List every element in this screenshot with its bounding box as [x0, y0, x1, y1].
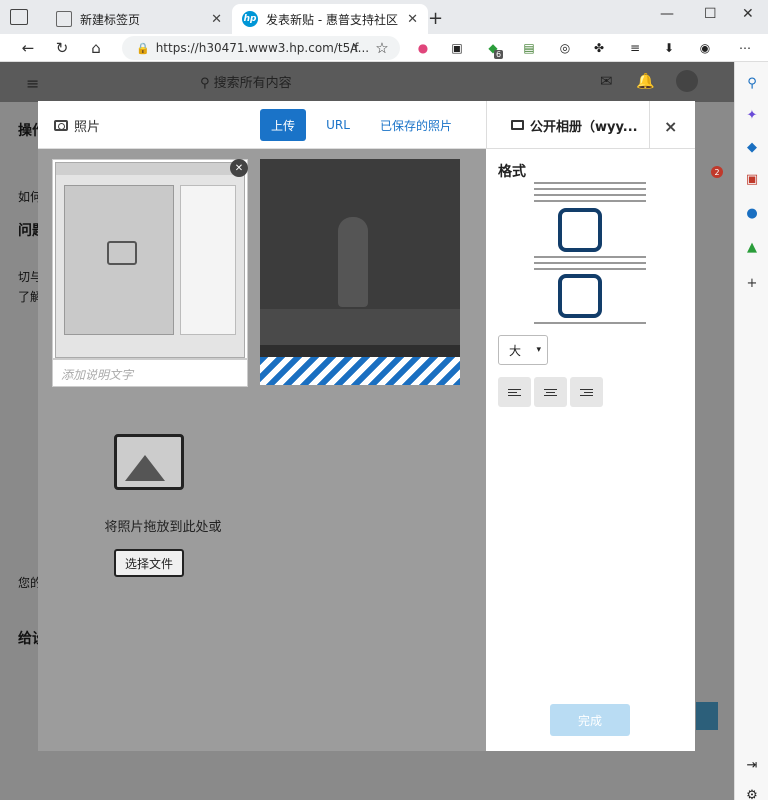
size-select[interactable]: 大 ▾ — [498, 335, 548, 365]
settings-gear-icon[interactable]: ⚙ — [743, 786, 761, 800]
uploaded-photo-thumbnail[interactable]: ✕ — [52, 159, 248, 359]
extension-cat-icon[interactable]: ● — [414, 39, 432, 57]
remove-photo-icon[interactable]: ✕ — [230, 159, 248, 177]
shopping-tag-icon[interactable]: ◆ — [743, 138, 761, 156]
address-text: https://h30471.www3.hp.com/t5/f... — [155, 41, 370, 55]
collections-icon[interactable]: ▣ — [448, 39, 466, 57]
center-align-icon[interactable] — [534, 377, 567, 407]
hp-logo-icon: hp — [242, 11, 258, 27]
tab-title: 新建标签页 — [80, 12, 141, 27]
dark-scene-image — [260, 159, 460, 357]
image-placeholder-icon — [107, 241, 137, 265]
extension-image-icon[interactable]: ▤ — [520, 39, 538, 57]
page-side-button[interactable] — [696, 702, 718, 730]
menu-icon[interactable]: ≡ — [26, 74, 39, 93]
notification-badge: 2 — [711, 166, 723, 178]
search-icon: ⚲ — [200, 76, 210, 91]
choose-file-button[interactable]: 选择文件 — [114, 549, 184, 577]
format-preview — [534, 182, 646, 327]
chevron-down-icon: ▾ — [536, 345, 541, 355]
browser-tabstrip: 新建标签页 ✕ hp 发表新贴 - 惠普支持社区 ✕ + — ☐ ✕ — [0, 0, 768, 34]
uploaded-photo-thumbnail[interactable] — [260, 159, 460, 389]
site-search-placeholder: 搜索所有内容 — [213, 76, 292, 91]
tab-new-tab[interactable]: 新建标签页 ✕ — [46, 4, 232, 34]
public-album-button[interactable]: 公开相册（wyy... — [486, 101, 650, 149]
left-align-icon[interactable] — [498, 377, 531, 407]
upload-panel: ✕ 添加说明文字 将照片拖放到此处或 选择文件 — [38, 149, 486, 751]
extensions-puzzle-icon[interactable]: ✤ — [590, 39, 608, 57]
more-menu-icon[interactable]: ⋯ — [736, 39, 754, 57]
preview-image-box — [558, 208, 602, 252]
minimize-icon[interactable]: — — [660, 6, 674, 22]
maximize-icon[interactable]: ☐ — [704, 6, 717, 22]
blank-page-icon — [56, 11, 72, 27]
tab-upload[interactable]: 上传 — [260, 109, 306, 141]
extension-badge: 6 — [494, 50, 504, 59]
modal-title-text: 照片 — [74, 120, 101, 135]
caption-input[interactable]: 添加说明文字 — [52, 359, 248, 387]
modal-title: 照片 — [54, 116, 100, 135]
preview-image-box — [558, 274, 602, 318]
done-button[interactable]: 完成 — [550, 704, 630, 736]
modal-header: 照片 上传 URL 已保存的照片 公开相册（wyy... × — [38, 101, 695, 149]
add-icon[interactable]: + — [743, 274, 761, 292]
refresh-icon[interactable]: ↻ — [52, 38, 72, 58]
downloads-icon[interactable]: ⬇ — [660, 39, 678, 57]
tab-hp-community[interactable]: hp 发表新贴 - 惠普支持社区 ✕ — [232, 4, 428, 34]
tab-close-icon[interactable]: ✕ — [211, 12, 222, 27]
tools-icon[interactable]: ▣ — [743, 170, 761, 188]
new-tab-button[interactable]: + — [428, 8, 443, 29]
upload-progress-stripes — [260, 357, 460, 385]
browser-toolbar: ← ↻ ⌂ 🔒 https://h30471.www3.hp.com/t5/f.… — [0, 34, 768, 62]
format-label: 格式 — [498, 164, 526, 180]
page-header: ≡ ⚲ 搜索所有内容 ✉ 🔔 — [0, 62, 734, 102]
album-label: 公开相册（wyy... — [530, 119, 638, 135]
favorites-list-icon[interactable]: ≡ — [626, 39, 644, 57]
image-icon — [114, 434, 184, 490]
tree-icon[interactable]: ▲ — [743, 238, 761, 256]
window-close-icon[interactable]: ✕ — [742, 6, 754, 22]
mail-icon[interactable]: ✉ — [600, 72, 613, 90]
tab-saved-photos[interactable]: 已保存的照片 — [376, 109, 456, 141]
photo-upload-modal: 照片 上传 URL 已保存的照片 公开相册（wyy... × ✕ 添加说明文字 — [38, 101, 695, 751]
search-icon[interactable]: ⚲ — [743, 74, 761, 92]
format-panel: 格式 大 ▾ 完成 — [486, 149, 695, 751]
video-controls-bar — [260, 345, 460, 357]
sidebar-collapse-icon[interactable]: ⇥ — [743, 756, 761, 774]
drop-zone-text: 将照片拖放到此处或 — [104, 520, 222, 535]
right-align-icon[interactable] — [570, 377, 603, 407]
tab-url[interactable]: URL — [318, 109, 358, 141]
edge-sidebar: ⚲ ✦ ◆ ▣ ● ▲ + 2 ⇥ ⚙ — [711, 62, 768, 800]
read-aloud-icon[interactable]: A — [344, 38, 364, 58]
drop-zone[interactable]: 将照片拖放到此处或 选择文件 — [68, 414, 258, 614]
lock-icon: 🔒 — [136, 41, 150, 55]
size-select-value: 大 — [509, 343, 522, 358]
favorite-star-icon[interactable]: ☆ — [372, 38, 392, 58]
home-icon[interactable]: ⌂ — [86, 38, 106, 58]
people-icon[interactable]: ● — [743, 204, 761, 222]
profile-avatar-icon[interactable]: ◉ — [696, 39, 714, 57]
folder-open-icon — [511, 120, 524, 130]
camera-icon — [54, 120, 68, 131]
avatar[interactable] — [676, 70, 698, 92]
close-icon[interactable]: × — [664, 117, 677, 136]
tab-title: 发表新贴 - 惠普支持社区 — [266, 12, 398, 27]
bell-icon[interactable]: 🔔 — [636, 72, 655, 90]
back-icon[interactable]: ← — [18, 38, 38, 58]
tab-close-icon[interactable]: ✕ — [407, 12, 418, 27]
copilot-icon[interactable]: ✦ — [743, 106, 761, 124]
screenshot-image: ✕ — [55, 159, 248, 358]
site-search[interactable]: ⚲ 搜索所有内容 — [200, 72, 292, 91]
tab-actions-icon[interactable] — [10, 9, 28, 25]
extension-globe-icon[interactable]: ◎ — [556, 39, 574, 57]
